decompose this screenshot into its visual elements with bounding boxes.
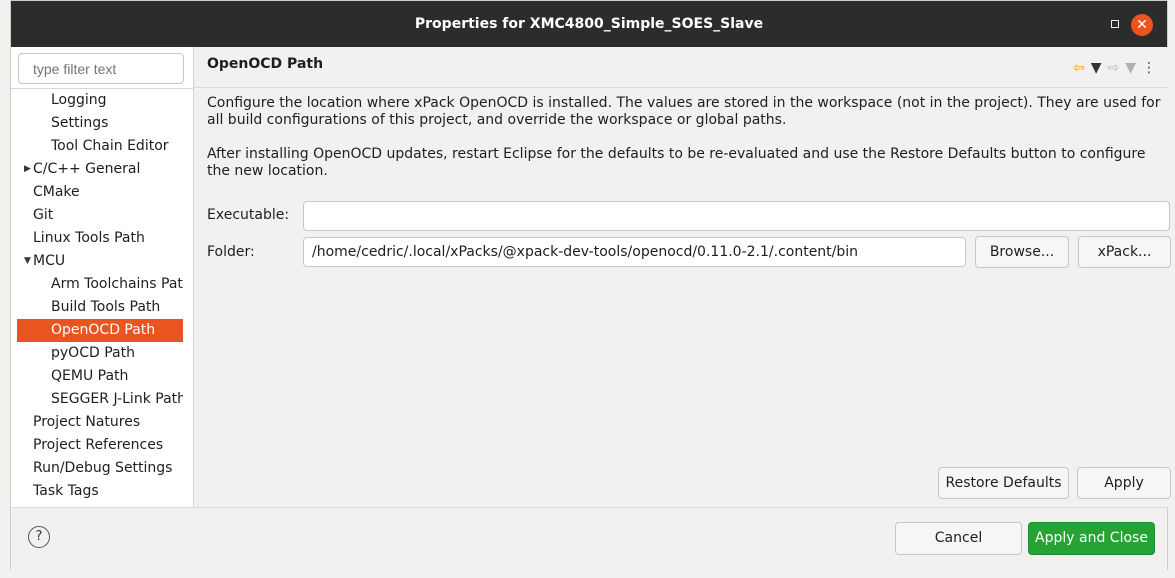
tree-item-label: Build Tools Path — [51, 299, 161, 315]
tree-item-label: Project Natures — [33, 414, 141, 430]
tree-item-label: Project References — [33, 437, 164, 453]
tree-item-logging[interactable]: Logging — [17, 89, 183, 112]
folder-label: Folder: — [207, 244, 255, 260]
title-bar[interactable]: Properties for XMC4800_Simple_SOES_Slave… — [11, 1, 1167, 47]
tree-item-build-tools-path[interactable]: Build Tools Path — [17, 296, 183, 319]
description-paragraph-2: After installing OpenOCD updates, restar… — [207, 146, 1146, 179]
description-paragraph-1: Configure the location where xPack OpenO… — [207, 95, 1161, 128]
back-arrow-icon[interactable]: ⇦ — [1073, 60, 1085, 76]
tree-item-tool-chain-editor[interactable]: Tool Chain Editor — [17, 135, 183, 158]
expand-down-icon[interactable]: ▼ — [24, 250, 31, 273]
page-navigation: ⇦ ▼ ⇨ ▼ ⋮ — [1073, 59, 1156, 77]
tree-item-label: Logging — [51, 92, 107, 108]
tree-item-label: Linux Tools Path — [33, 230, 145, 246]
window-title: Properties for XMC4800_Simple_SOES_Slave — [414, 16, 764, 32]
apply-button[interactable]: Apply — [1077, 467, 1171, 499]
forward-history-dropdown-icon[interactable]: ▼ — [1125, 60, 1136, 76]
browse-button[interactable]: Browse... — [975, 236, 1069, 268]
tree-item-label: Tool Chain Editor — [51, 138, 169, 154]
tree-item-linux-tools-path[interactable]: Linux Tools Path — [17, 227, 183, 250]
property-page: OpenOCD Path ⇦ ▼ ⇨ ▼ ⋮ Configure the loc… — [194, 47, 1171, 507]
sidebar: Logging Settings Tool Chain Editor ▶ C/C… — [11, 47, 194, 507]
help-icon[interactable]: ? — [28, 526, 50, 548]
filter-input[interactable] — [18, 53, 184, 84]
tree-item-label: Arm Toolchains Pat — [51, 276, 183, 292]
cancel-button[interactable]: Cancel — [895, 522, 1022, 555]
executable-input[interactable] — [303, 201, 1170, 231]
tree-item-run-debug-settings[interactable]: Run/Debug Settings — [17, 457, 183, 480]
tree-item-label: SEGGER J-Link Path — [51, 391, 183, 407]
properties-tree: Logging Settings Tool Chain Editor ▶ C/C… — [11, 88, 193, 507]
tree-item-settings[interactable]: Settings — [17, 112, 183, 135]
tree-item-task-tags[interactable]: Task Tags — [17, 480, 183, 503]
tree-item-label: pyOCD Path — [51, 345, 135, 361]
tree-item-label: OpenOCD Path — [51, 322, 156, 338]
xpack-button[interactable]: xPack... — [1078, 236, 1171, 268]
tree-item-segger-jlink-path[interactable]: SEGGER J-Link Path — [17, 388, 183, 411]
tree-item-qemu-path[interactable]: QEMU Path — [17, 365, 183, 388]
tree-item-openocd-path[interactable]: OpenOCD Path — [17, 319, 183, 342]
executable-label: Executable: — [207, 207, 290, 223]
tree-item-label: Settings — [51, 115, 109, 131]
tree-item-pyocd-path[interactable]: pyOCD Path — [17, 342, 183, 365]
tree-item-git[interactable]: Git — [17, 204, 183, 227]
tree-item-label: Task Tags — [33, 483, 99, 499]
tree-item-mcu[interactable]: ▼ MCU — [17, 250, 183, 273]
maximize-button[interactable] — [1111, 20, 1119, 28]
folder-input[interactable]: /home/cedric/.local/xPacks/@xpack-dev-to… — [303, 237, 966, 267]
apply-and-close-button[interactable]: Apply and Close — [1028, 522, 1155, 555]
tree-item-label: C/C++ General — [33, 161, 141, 177]
tree-item-label: Run/Debug Settings — [33, 460, 173, 476]
tree-item-arm-toolchains-path[interactable]: Arm Toolchains Pat — [17, 273, 183, 296]
back-history-dropdown-icon[interactable]: ▼ — [1091, 60, 1102, 76]
tree-item-cpp-general[interactable]: ▶ C/C++ General — [17, 158, 183, 181]
close-button[interactable]: ✕ — [1131, 14, 1153, 36]
tree-item-cmake[interactable]: CMake — [17, 181, 183, 204]
view-menu-icon[interactable]: ⋮ — [1142, 60, 1156, 76]
restore-defaults-button[interactable]: Restore Defaults — [938, 467, 1069, 499]
tree-item-project-natures[interactable]: Project Natures — [17, 411, 183, 434]
page-header: OpenOCD Path ⇦ ▼ ⇨ ▼ ⋮ — [194, 47, 1168, 88]
tree-item-label: MCU — [33, 253, 66, 269]
page-title: OpenOCD Path — [207, 56, 324, 72]
dialog-button-bar: ? Cancel Apply and Close — [11, 507, 1167, 570]
expand-right-icon[interactable]: ▶ — [24, 158, 31, 181]
tree-item-label: CMake — [33, 184, 80, 200]
tree-item-label: Git — [33, 207, 54, 223]
tree-item-project-references[interactable]: Project References — [17, 434, 183, 457]
tree-item-label: QEMU Path — [51, 368, 129, 384]
forward-arrow-icon[interactable]: ⇨ — [1107, 60, 1119, 76]
properties-dialog: Properties for XMC4800_Simple_SOES_Slave… — [10, 0, 1171, 570]
